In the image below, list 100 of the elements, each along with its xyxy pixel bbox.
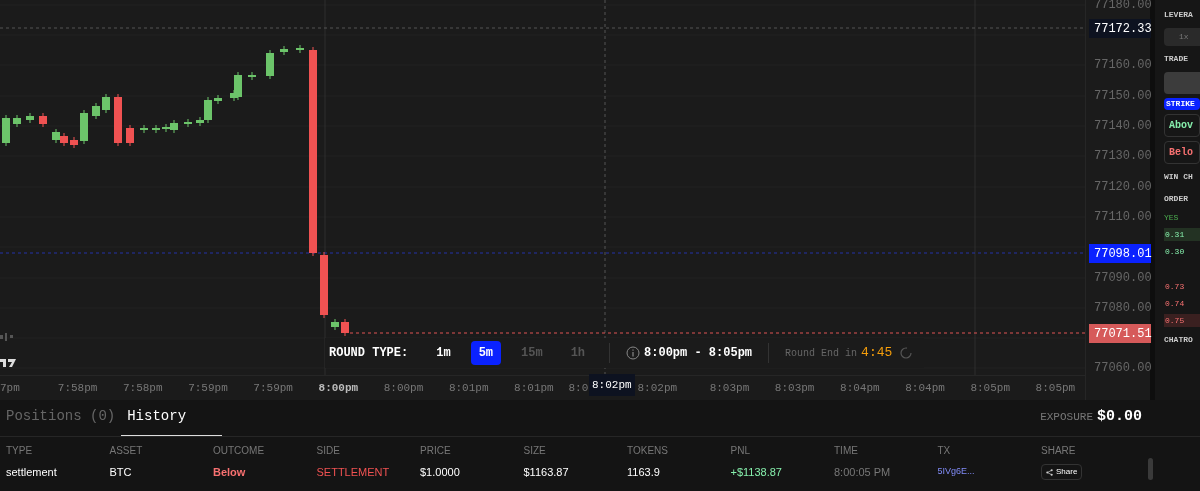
countdown-timer: 4:45	[861, 344, 893, 363]
time-axis-label: 8:05pm	[969, 380, 1012, 396]
candlestick	[331, 318, 339, 331]
order-book-price: 0.31	[1164, 228, 1200, 241]
time-axis-label: 8:03pm	[773, 380, 816, 396]
column-header: PRICE	[420, 444, 452, 458]
price-axis-label: 77110.00	[1094, 211, 1152, 223]
info-icon[interactable]	[626, 346, 641, 360]
above-button[interactable]: Abov	[1164, 114, 1200, 137]
column-header: TYPE	[6, 444, 34, 458]
time-axis-label: 8:01pm	[513, 380, 555, 396]
time-axis-label: 7:58pm	[121, 380, 164, 396]
candlestick	[152, 124, 160, 134]
share-icon	[1046, 468, 1053, 476]
table-cell-text: SETTLEMENT	[316, 464, 391, 480]
price-axis-label: 77140.00	[1094, 120, 1152, 132]
price-axis-label: 77080.00	[1094, 302, 1152, 314]
table-cell-text: $1163.87	[523, 464, 570, 480]
candlestick	[39, 112, 47, 128]
time-axis-label: 7:58pm	[56, 380, 99, 396]
column-header: TIME	[834, 444, 859, 458]
candlestick	[296, 44, 304, 54]
order-book-price: 0.30	[1164, 246, 1186, 258]
price-axis-label: 77160.00	[1094, 59, 1152, 71]
table-cell-text: Below	[213, 464, 247, 480]
candlestick	[280, 45, 288, 56]
column-header: SIZE	[523, 444, 547, 458]
chart-logo-icon	[0, 333, 18, 367]
candlestick	[80, 109, 88, 145]
price-axis-label: 77180.00	[1094, 0, 1152, 11]
section-label: ORDER	[1164, 193, 1189, 205]
column-header: OUTCOME	[213, 444, 266, 458]
candlestick	[2, 114, 10, 147]
table-cell-text: $1.0000	[420, 464, 461, 480]
price-axis-label: 77130.00	[1094, 150, 1152, 162]
order-book-price: 0.73	[1164, 281, 1186, 293]
candlestick	[114, 93, 122, 147]
time-axis-label: 8:00pm	[382, 380, 425, 396]
history-tab[interactable]: History	[121, 406, 223, 436]
round-time-range: 8:00pm - 8:05pm	[644, 345, 753, 362]
order-book-heading: YES	[1164, 212, 1180, 224]
candlestick	[214, 94, 222, 105]
time-axis-label: 7pm	[0, 380, 21, 396]
crosshair-time-label: 8:02pm	[589, 374, 635, 396]
price-axis-label: 77060.00	[1094, 362, 1152, 374]
round-type-tab[interactable]: 5m	[470, 341, 502, 365]
price-axis-label: 77090.00	[1094, 272, 1152, 284]
time-axis-label: 8:00pm	[317, 380, 360, 396]
candlestick	[26, 112, 34, 124]
candlestick	[13, 114, 21, 128]
candlestick	[126, 124, 134, 147]
exposure-label: EXPOSURE	[1040, 409, 1093, 425]
round-end-label: Round End in	[785, 346, 858, 361]
column-header: TX	[937, 444, 952, 458]
tx-link[interactable]: 5IVg6E...	[937, 465, 1041, 479]
trade-button[interactable]	[1164, 72, 1200, 94]
leverage-button[interactable]: 1x	[1164, 28, 1200, 46]
candlestick	[102, 93, 110, 114]
strike-badge: STRIKE	[1164, 98, 1200, 110]
candlestick	[140, 124, 148, 134]
round-type-label: ROUND TYPE:	[329, 345, 409, 362]
time-axis-label: 8:05pm	[1034, 380, 1077, 396]
column-header: SIDE	[316, 444, 341, 458]
table-cell-text: settlement	[6, 464, 58, 480]
section-label: CHATRO	[1164, 334, 1194, 346]
candlestick	[184, 118, 192, 128]
scrollbar-thumb[interactable]	[1148, 458, 1153, 480]
round-type-tab[interactable]: 1m	[428, 341, 459, 365]
column-header: PNL	[730, 444, 751, 458]
price-axis-label: 77120.00	[1094, 181, 1152, 193]
time-axis-label: 8:04pm	[904, 380, 946, 396]
order-book-price: 0.74	[1164, 298, 1186, 310]
section-label: LEVERA	[1164, 9, 1194, 21]
exposure-value: $0.00	[1097, 406, 1142, 427]
order-book-price: 0.75	[1164, 314, 1200, 327]
column-header: SHARE	[1041, 444, 1077, 458]
time-axis-label: 8:0	[567, 380, 589, 396]
table-cell-text: 1163.9	[627, 464, 661, 480]
candlestick	[92, 102, 100, 120]
column-header: ASSET	[109, 444, 144, 458]
candlestick	[248, 71, 256, 81]
table-cell-text: BTC	[109, 464, 133, 480]
section-label: WIN CH	[1164, 171, 1194, 183]
candlestick	[320, 251, 328, 319]
below-button[interactable]: Belo	[1164, 141, 1200, 164]
price-tag: 77071.51	[1089, 324, 1151, 343]
candlestick	[70, 136, 78, 149]
candlestick	[341, 318, 349, 337]
spinner-icon	[900, 347, 913, 359]
price-axis-label: 77150.00	[1094, 90, 1152, 102]
price-tag: 77172.33	[1089, 19, 1151, 38]
time-axis-label: 8:03pm	[708, 380, 751, 396]
section-label: TRADE	[1164, 53, 1189, 65]
column-header: TOKENS	[627, 444, 669, 458]
time-axis-label: 7:59pm	[187, 380, 229, 396]
table-cell-text: 8:00:05 PM	[834, 464, 892, 480]
share-button[interactable]: Share	[1041, 464, 1083, 480]
time-axis-label: 8:02pm	[637, 380, 679, 396]
time-axis-label: 8:01pm	[447, 380, 490, 396]
time-axis-label: 7:59pm	[252, 380, 294, 396]
